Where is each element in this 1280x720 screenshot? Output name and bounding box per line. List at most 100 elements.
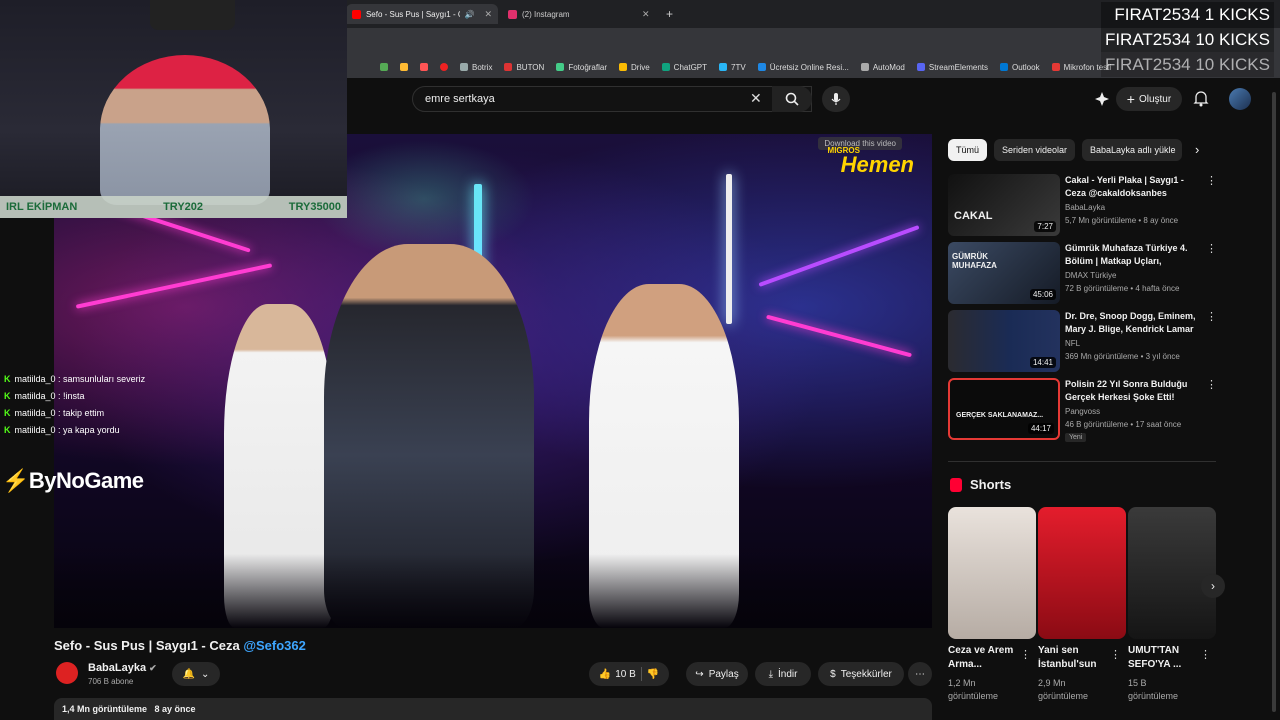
bookmark-buton[interactable]: BUTON [504, 63, 544, 72]
bookmark-label: ChatGPT [673, 62, 708, 72]
stage-floor [54, 554, 932, 628]
chevron-right-icon: › [1211, 579, 1215, 593]
mention-link[interactable]: @Sefo362 [243, 638, 306, 653]
short-title[interactable]: Yani sen İstanbul'sun [1038, 644, 1108, 672]
bookmark-extension[interactable] [400, 63, 408, 71]
new-tab-button[interactable]: + [660, 4, 679, 24]
voice-search-button[interactable] [822, 86, 850, 112]
more-vert-icon[interactable]: ⋮ [1200, 648, 1211, 661]
recommendation-channel[interactable]: Pangvoss [1065, 407, 1100, 416]
short-thumbnail[interactable] [1128, 507, 1216, 639]
chevron-down-icon: ⌄ [201, 668, 210, 680]
recommendation-item[interactable]: GERÇEK SAKLANAMAZ... 44:17 Polisin 22 Yı… [948, 378, 1218, 442]
short-thumbnail[interactable] [948, 507, 1036, 639]
video-title: Sefo - Sus Pus | Saygı1 - Ceza @Sefo362 [54, 638, 306, 653]
bookmark-extension[interactable] [380, 63, 388, 71]
recommendation-channel[interactable]: BabaLayka [1065, 203, 1105, 212]
recommendation-meta: 5,7 Mn görüntüleme • 8 ay önce [1065, 216, 1179, 225]
thanks-label: Teşekkürler [840, 668, 892, 680]
video-thumbnail[interactable]: GÜMRÜK MUHAFAZA 45:06 [948, 242, 1060, 304]
recommendation-channel[interactable]: DMAX Türkiye [1065, 271, 1116, 280]
recommendation-meta: 72 B görüntüleme • 4 hafta önce [1065, 284, 1180, 293]
recommendation-title[interactable]: Polisin 22 Yıl Sonra Bulduğu Gerçek Herk… [1065, 378, 1201, 404]
share-button[interactable]: ↪ Paylaş [686, 662, 748, 686]
divider [948, 461, 1216, 462]
page-scrollbar[interactable] [1272, 92, 1276, 712]
more-vert-icon[interactable]: ⋮ [1206, 174, 1217, 187]
new-badge: Yeni [1065, 433, 1087, 442]
create-button[interactable]: + Oluştur [1116, 87, 1182, 111]
chip-series[interactable]: Seriden videolar [994, 139, 1076, 161]
bookmark-automod[interactable]: AutoMod [860, 63, 905, 72]
bookmark-7tv[interactable]: 7TV [719, 63, 746, 72]
recommendation-title[interactable]: Cakal - Yerli Plaka | Saygı1 - Ceza @cak… [1065, 174, 1201, 200]
microphone-icon [831, 93, 841, 105]
chevron-right-icon[interactable]: › [1195, 142, 1199, 157]
bookmark-fotograflar[interactable]: Fotoğraflar [556, 63, 607, 72]
recommendation-title[interactable]: Dr. Dre, Snoop Dogg, Eminem, Mary J. Bli… [1065, 310, 1201, 336]
chip-all[interactable]: Tümü [948, 139, 988, 161]
bookmark-extension[interactable] [440, 63, 448, 71]
chat-text: !insta [63, 391, 85, 401]
thanks-button[interactable]: $ Teşekkürler [818, 662, 904, 686]
close-tab-icon[interactable]: ✕ [642, 9, 650, 20]
studio-icon[interactable] [1094, 91, 1110, 112]
recommendation-channel[interactable]: NFL [1065, 339, 1080, 348]
recommendation-item[interactable]: 14:41 Dr. Dre, Snoop Dogg, Eminem, Mary … [948, 310, 1218, 372]
notifications-bell-icon[interactable] [1193, 90, 1209, 112]
clear-search-icon[interactable]: ✕ [750, 90, 762, 107]
stage-light [75, 263, 273, 309]
chat-user: matiilda_0 [14, 408, 56, 418]
chatgpt-icon [661, 63, 670, 71]
recommendation-item[interactable]: GÜMRÜK MUHAFAZA 45:06 Gümrük Muhafaza Tü… [948, 242, 1218, 304]
bookmark-label: Outlook [1012, 62, 1040, 72]
short-thumbnail[interactable] [1038, 507, 1126, 639]
kicks-alerts: FIRAT2534 1 KICKS FIRAT2534 10 KICKS FIR… [1100, 2, 1274, 77]
shorts-icon [950, 478, 962, 492]
more-vert-icon[interactable]: ⋮ [1206, 378, 1217, 391]
bookmark-resim[interactable]: Ücretsiz Online Resi... [757, 63, 849, 72]
notification-settings-button[interactable]: 🔔 ⌄ [172, 662, 220, 686]
close-tab-icon[interactable]: ✕ [484, 9, 492, 20]
video-thumbnail[interactable]: CAKAL 7:27 [948, 174, 1060, 236]
upload-age: 8 ay önce [154, 704, 196, 714]
goal-current: TRY202 [163, 201, 204, 213]
recommendation-item[interactable]: CAKAL 7:27 Cakal - Yerli Plaka | Saygı1 … [948, 174, 1218, 236]
bookmark-drive[interactable]: Drive [619, 63, 650, 72]
like-button[interactable]: 👍 10 B [599, 669, 636, 680]
recommendation-title[interactable]: Gümrük Muhafaza Türkiye 4. Bölüm | Matka… [1065, 242, 1201, 268]
divider [640, 667, 642, 681]
more-vert-icon[interactable]: ⋮ [1110, 648, 1121, 661]
search-button[interactable] [772, 86, 812, 112]
download-button[interactable]: ⤓ İndir [755, 662, 811, 686]
stage-light [758, 225, 920, 287]
description-box[interactable]: 1,4 Mn görüntüleme 8 ay önce [54, 698, 932, 720]
buton-icon [504, 63, 513, 71]
bookmark-streamelements[interactable]: StreamElements [916, 63, 988, 72]
short-title[interactable]: Ceza ve Arem Arma... [948, 644, 1018, 672]
dislike-button[interactable]: 👎 [647, 669, 659, 680]
channel-name-text: BabaLayka [88, 662, 147, 674]
more-vert-icon[interactable]: ⋮ [1206, 242, 1217, 255]
video-thumbnail[interactable]: 14:41 [948, 310, 1060, 372]
automod-icon [860, 63, 869, 71]
short-title[interactable]: UMUT'TAN SEFO'YA ... [1128, 644, 1198, 672]
channel-name[interactable]: BabaLayka ✔ [88, 662, 157, 674]
tab-instagram[interactable]: (2) Instagram ✕ [502, 4, 658, 24]
more-vert-icon[interactable]: ⋮ [1020, 648, 1031, 661]
chat-user: matiilda_0 [14, 391, 56, 401]
shorts-next-button[interactable]: › [1201, 574, 1225, 598]
bookmark-extension[interactable] [420, 63, 428, 71]
video-thumbnail[interactable]: GERÇEK SAKLANAMAZ... 44:17 [948, 378, 1060, 440]
more-actions-button[interactable]: ⋯ [908, 662, 932, 686]
chip-uploads[interactable]: BabaLayka adlı yükle [1082, 139, 1182, 161]
account-avatar[interactable] [1229, 88, 1251, 110]
more-vert-icon[interactable]: ⋮ [1206, 310, 1217, 323]
bookmark-botrix[interactable]: Botrix [460, 63, 492, 72]
tab-youtube[interactable]: Sefo - Sus Pus | Saygı1 - Ce 🔊 ✕ [346, 4, 498, 24]
thumbs-up-icon: 👍 [598, 668, 612, 680]
bookmark-chatgpt[interactable]: ChatGPT [661, 62, 708, 72]
7tv-icon [719, 63, 728, 71]
channel-avatar[interactable] [56, 662, 78, 684]
bookmark-outlook[interactable]: Outlook [1000, 63, 1040, 72]
